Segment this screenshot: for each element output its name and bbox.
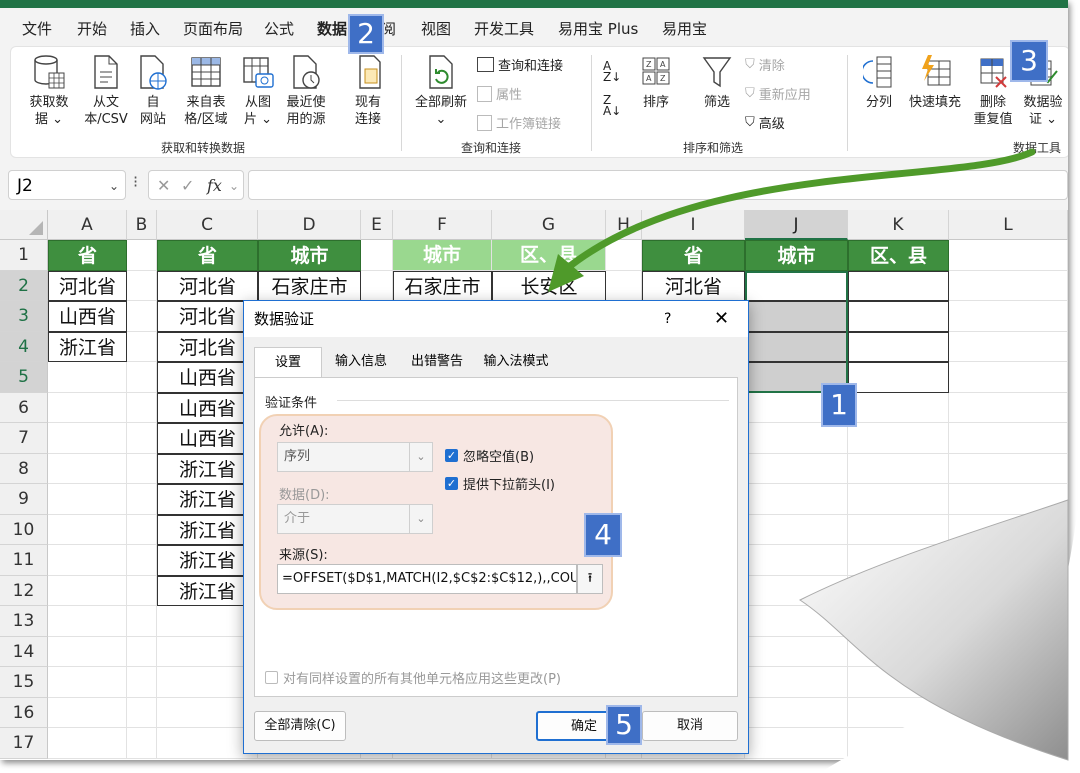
page-curl bbox=[799, 480, 1080, 773]
screenshot: 文件 开始 插入 页面布局 公式 数据 审阅 视图 开发工具 易用宝 Plus … bbox=[0, 0, 1080, 773]
